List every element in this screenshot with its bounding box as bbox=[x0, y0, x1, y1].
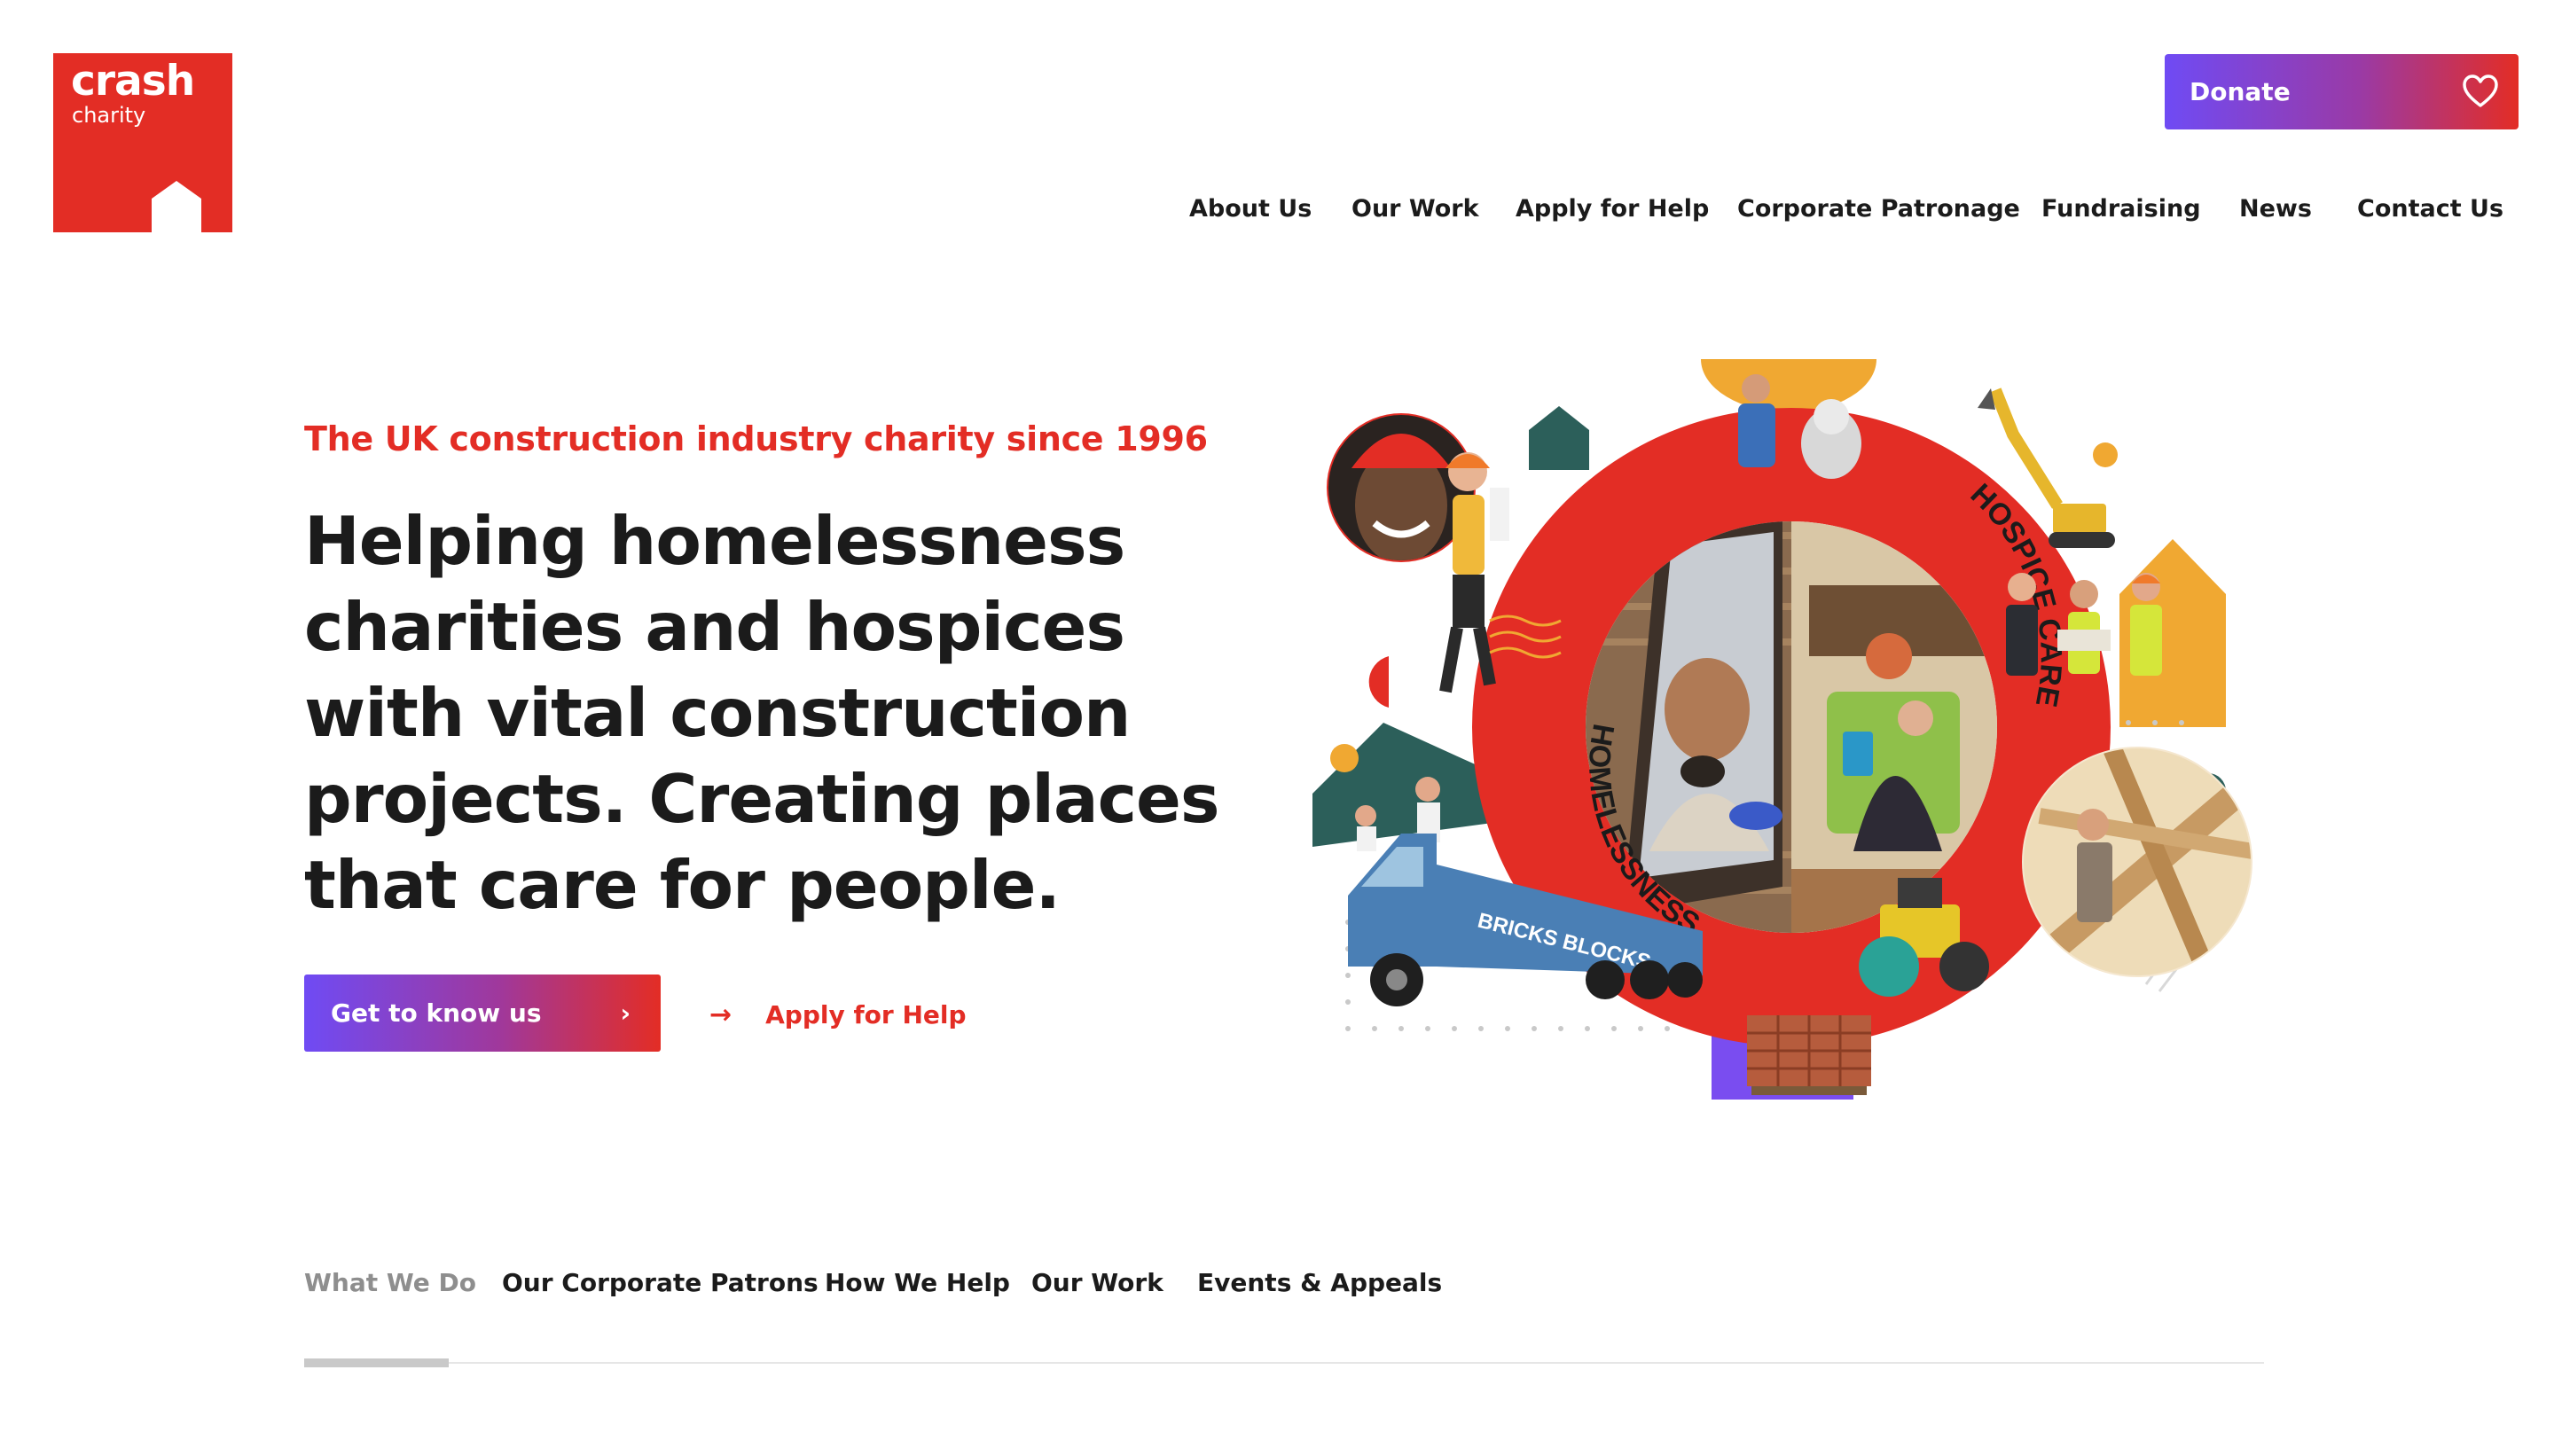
hero-eyebrow: The UK construction industry charity sin… bbox=[304, 419, 1208, 458]
section-tabs: What We Do Our Corporate Patrons How We … bbox=[304, 1268, 2264, 1367]
donate-label: Donate bbox=[2190, 77, 2291, 106]
tab-our-corporate-patrons[interactable]: Our Corporate Patrons bbox=[502, 1268, 819, 1297]
get-to-know-us-label: Get to know us bbox=[331, 998, 542, 1028]
apply-for-help-link[interactable]: → Apply for Help bbox=[709, 995, 967, 1034]
tab-what-we-do[interactable]: What We Do bbox=[304, 1268, 476, 1297]
brick-pallet-figure bbox=[1747, 1015, 1871, 1095]
house-icon bbox=[152, 181, 201, 232]
main-navigation: About Us Our Work Apply for Help Corpora… bbox=[1171, 195, 2503, 234]
tab-how-we-help[interactable]: How We Help bbox=[825, 1268, 1010, 1297]
get-to-know-us-button[interactable]: Get to know us › bbox=[304, 975, 661, 1052]
hero-headline: Helping homelessness charities and hospi… bbox=[304, 502, 1220, 924]
hero-collage-illustration: HOMELESSNESS HOSPICE CARE BRICKS BLOCKS bbox=[1312, 359, 2252, 1100]
logo-wordmark: crash bbox=[71, 57, 195, 106]
nav-our-work[interactable]: Our Work bbox=[1351, 195, 1479, 223]
nav-corporate-patronage[interactable]: Corporate Patronage bbox=[1737, 195, 2020, 223]
nav-apply-for-help[interactable]: Apply for Help bbox=[1516, 195, 1709, 223]
heart-outline-icon bbox=[2463, 74, 2498, 107]
donate-button[interactable]: Donate bbox=[2165, 54, 2519, 129]
nav-contact-us[interactable]: Contact Us bbox=[2357, 195, 2503, 223]
logo-subtitle: charity bbox=[72, 103, 146, 128]
apply-for-help-label: Apply for Help bbox=[765, 999, 967, 1029]
crash-charity-logo[interactable]: crash charity bbox=[53, 53, 232, 232]
chevron-right-icon: › bbox=[620, 998, 631, 1028]
nav-news[interactable]: News bbox=[2239, 195, 2312, 223]
nav-about-us[interactable]: About Us bbox=[1189, 195, 1312, 223]
active-tab-indicator bbox=[304, 1358, 449, 1367]
nav-fundraising[interactable]: Fundraising bbox=[2041, 195, 2201, 223]
tabs-divider bbox=[304, 1362, 2264, 1364]
arrow-right-icon: → bbox=[709, 998, 733, 1030]
tab-events-appeals[interactable]: Events & Appeals bbox=[1197, 1268, 1442, 1297]
site-team-figures bbox=[2006, 573, 2162, 676]
timber-frame-photo bbox=[2022, 747, 2252, 977]
tab-our-work[interactable]: Our Work bbox=[1031, 1268, 1163, 1297]
